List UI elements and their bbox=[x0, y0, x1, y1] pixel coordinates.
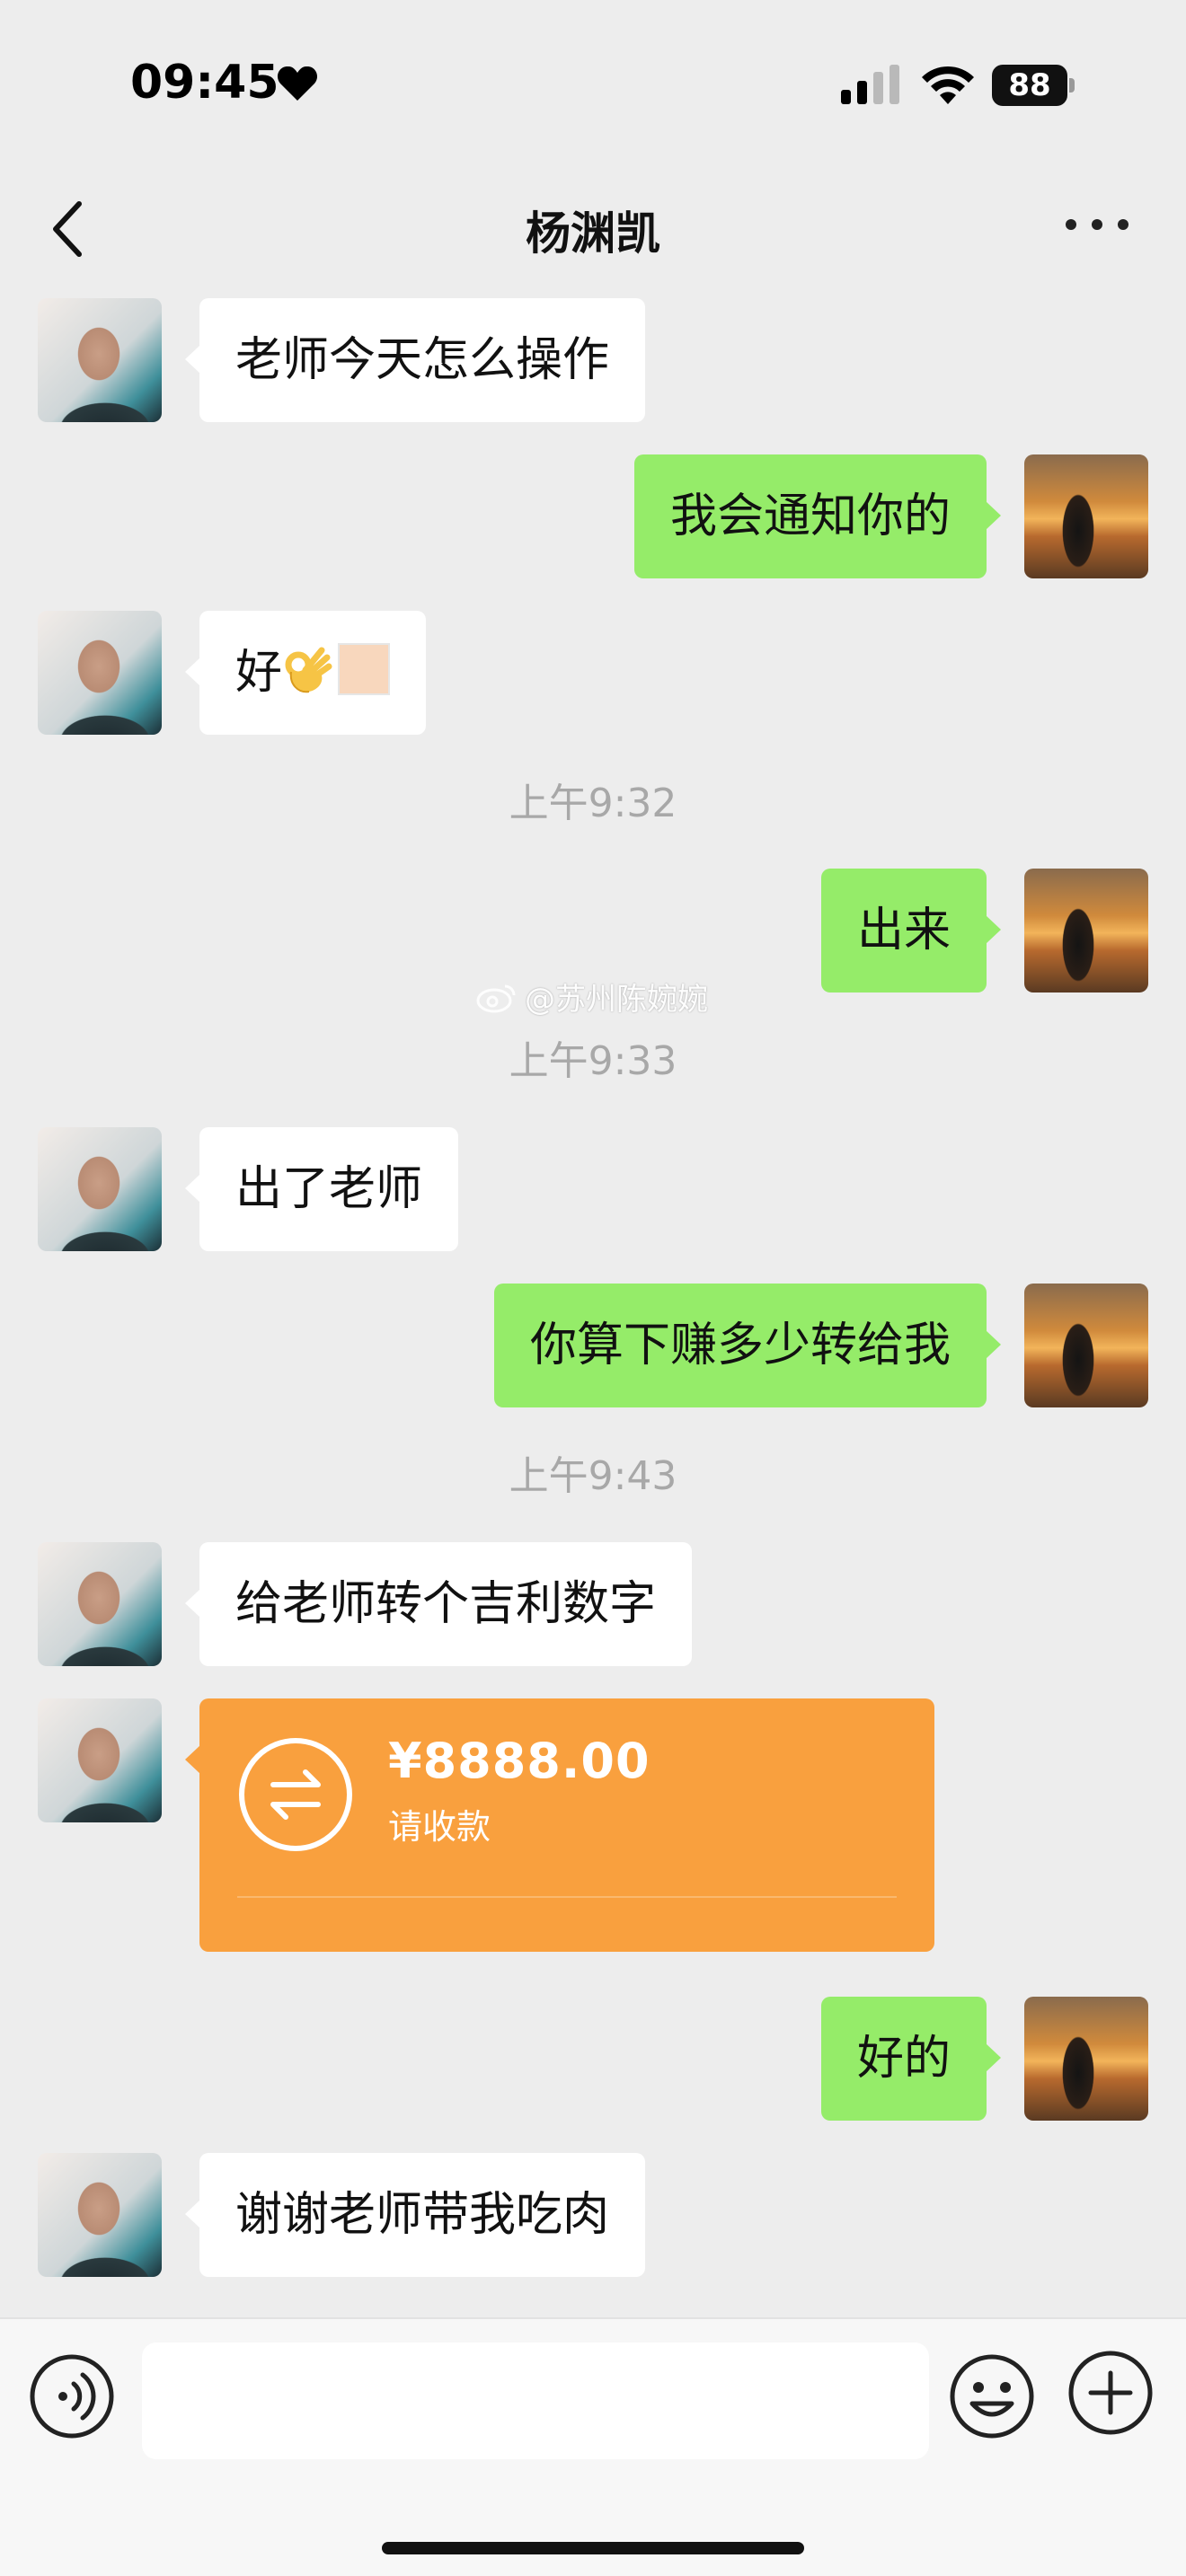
battery-indicator: 88 bbox=[992, 65, 1075, 106]
more-dots-icon bbox=[1092, 219, 1102, 230]
chat-header: 杨渊凯 bbox=[0, 171, 1186, 287]
watermark: @苏州陈婉婉 bbox=[474, 975, 708, 1019]
skin-tone-placeholder-icon bbox=[338, 643, 391, 695]
transfer-status: 请收款 bbox=[388, 1807, 491, 1847]
contact-avatar[interactable] bbox=[38, 1542, 162, 1666]
my-avatar[interactable] bbox=[1024, 1997, 1148, 2121]
my-avatar[interactable] bbox=[1024, 1284, 1148, 1407]
contact-avatar[interactable] bbox=[38, 298, 162, 422]
my-avatar[interactable] bbox=[1024, 454, 1148, 578]
message-timestamp: 上午9:32 bbox=[509, 781, 677, 826]
battery-level: 88 bbox=[992, 65, 1067, 106]
transfer-card[interactable]: ¥8888.00 请收款 bbox=[185, 1698, 934, 1952]
message-bubble-incoming[interactable]: 老师今天怎么操作 bbox=[184, 298, 646, 422]
input-bar bbox=[0, 2317, 1186, 2576]
message-bubble-outgoing[interactable]: 好的 bbox=[820, 1997, 1002, 2121]
message-timestamp: 上午9:33 bbox=[509, 1038, 677, 1084]
more-button[interactable] bbox=[1066, 207, 1128, 243]
heart-icon bbox=[277, 66, 318, 101]
battery-tip bbox=[1069, 78, 1075, 93]
emoji-button[interactable] bbox=[947, 2351, 1037, 2441]
message-input[interactable] bbox=[142, 2342, 929, 2459]
message-bubble-outgoing[interactable]: 我会通知你的 bbox=[633, 454, 1002, 578]
my-avatar[interactable] bbox=[1024, 869, 1148, 992]
transfer-divider bbox=[237, 1896, 897, 1898]
watermark-text: @苏州陈婉婉 bbox=[525, 982, 708, 1018]
message-bubble-outgoing[interactable]: 出来 bbox=[820, 869, 1002, 992]
message-text: 好 bbox=[235, 646, 283, 700]
contact-avatar[interactable] bbox=[38, 1698, 162, 1822]
status-time: 09:45 bbox=[130, 56, 279, 110]
voice-button[interactable] bbox=[27, 2351, 117, 2441]
message-timestamp: 上午9:43 bbox=[509, 1453, 677, 1499]
wifi-icon bbox=[922, 66, 974, 104]
status-bar: 09:45 88 bbox=[0, 0, 1186, 171]
weibo-icon bbox=[476, 984, 516, 1012]
chat-title: 杨渊凯 bbox=[526, 207, 660, 260]
message-bubble-incoming[interactable]: 谢谢老师带我吃肉 bbox=[184, 2153, 646, 2277]
contact-avatar[interactable] bbox=[38, 2153, 162, 2277]
contact-avatar[interactable] bbox=[38, 611, 162, 735]
message-bubble-incoming[interactable]: 给老师转个吉利数字 bbox=[184, 1542, 693, 1666]
cellular-signal-icon bbox=[841, 65, 899, 104]
plus-button[interactable] bbox=[1066, 2348, 1155, 2438]
transfer-amount: ¥8888.00 bbox=[388, 1733, 651, 1789]
transfer-arrows-icon bbox=[239, 1738, 352, 1851]
message-bubble-incoming[interactable]: 好 bbox=[184, 611, 427, 735]
ok-hand-emoji-icon bbox=[285, 647, 332, 693]
more-dots-icon bbox=[1118, 219, 1128, 230]
message-bubble-incoming[interactable]: 出了老师 bbox=[184, 1127, 459, 1251]
home-indicator bbox=[382, 2542, 804, 2554]
message-bubble-outgoing[interactable]: 你算下赚多少转给我 bbox=[493, 1284, 1002, 1407]
more-dots-icon bbox=[1066, 219, 1076, 230]
contact-avatar[interactable] bbox=[38, 1127, 162, 1251]
